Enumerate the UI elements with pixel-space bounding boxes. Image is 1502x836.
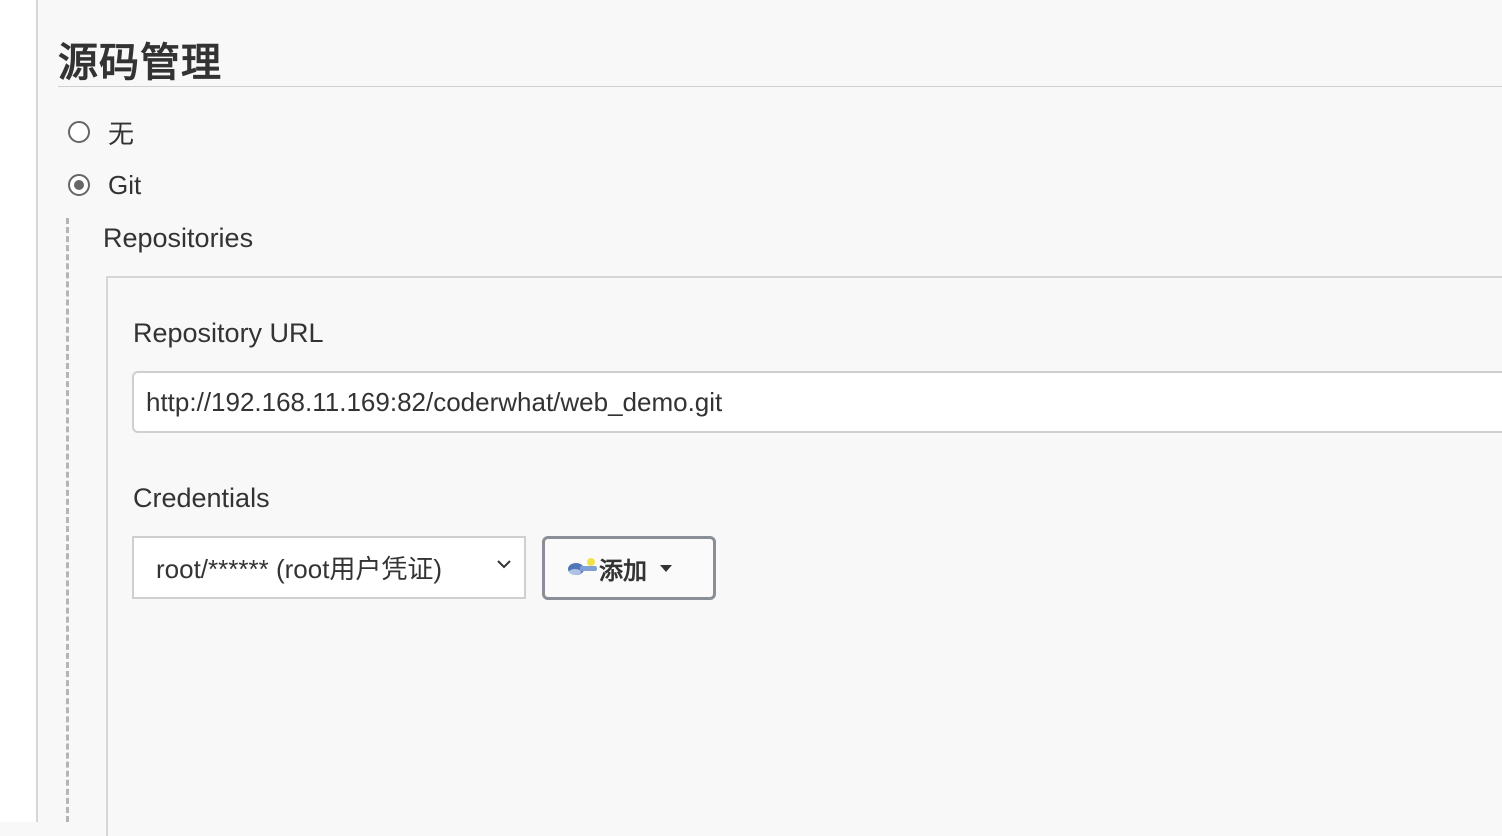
left-page-border	[0, 0, 38, 822]
radio-none[interactable]	[68, 121, 90, 143]
scm-option-git[interactable]: Git	[68, 169, 141, 201]
add-button-label: 添加	[599, 557, 647, 585]
scm-option-none[interactable]: 无	[68, 116, 135, 149]
credentials-select[interactable]: root/****** (root用户凭证)	[132, 536, 526, 599]
radio-git-label: Git	[108, 169, 142, 200]
caret-down-icon	[660, 565, 672, 572]
section-title: 源码管理	[58, 41, 222, 85]
key-icon	[568, 558, 597, 575]
credentials-label: Credentials	[133, 483, 270, 513]
repository-url-input[interactable]	[132, 371, 1502, 433]
radio-git[interactable]	[68, 174, 90, 196]
repository-url-label: Repository URL	[133, 318, 324, 348]
git-config-indent-line	[66, 218, 69, 822]
credentials-selected-value: root/****** (root用户凭证)	[156, 554, 443, 584]
chevron-down-icon	[497, 560, 511, 569]
radio-none-label: 无	[108, 118, 135, 149]
section-divider	[58, 86, 1502, 87]
add-credentials-button[interactable]: 添加	[542, 536, 716, 600]
repositories-label: Repositories	[103, 223, 254, 253]
